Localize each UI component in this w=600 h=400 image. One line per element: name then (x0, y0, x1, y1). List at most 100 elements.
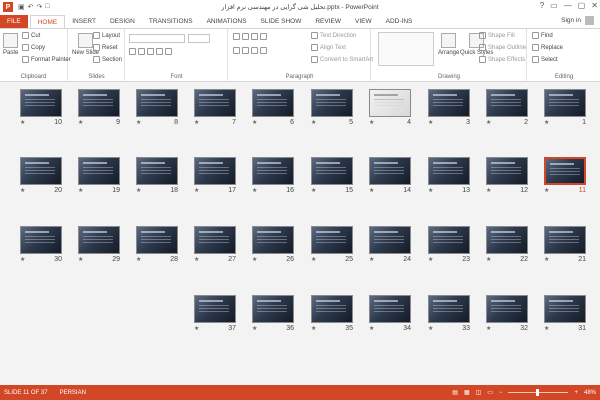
numbering-icon[interactable] (242, 33, 249, 40)
tab-slide-show[interactable]: SLIDE SHOW (254, 15, 309, 28)
slide-thumbnail[interactable]: ★ 2 (486, 89, 528, 127)
paragraph-align-buttons[interactable] (233, 47, 267, 54)
paste-button[interactable]: Paste (3, 33, 18, 56)
slide-thumbnail[interactable]: ★ 14 (369, 157, 411, 195)
slide-thumbnail[interactable]: ★ 17 (194, 157, 236, 195)
slide-thumbnail[interactable]: ★ 25 (311, 226, 353, 264)
slide-preview[interactable] (486, 157, 528, 185)
justify-icon[interactable] (260, 47, 267, 54)
shape-fill-button[interactable]: Shape Fill (479, 32, 515, 39)
slide-preview[interactable] (544, 295, 586, 323)
paragraph-list-buttons[interactable] (233, 33, 267, 40)
language-indicator[interactable]: PERSIAN (60, 390, 86, 396)
align-text-button[interactable]: Align Text (311, 44, 346, 51)
slide-thumbnail[interactable]: ★ 8 (136, 89, 178, 127)
slide-preview[interactable] (78, 89, 120, 117)
slide-thumbnail[interactable]: ★ 12 (486, 157, 528, 195)
slide-preview[interactable] (311, 226, 353, 254)
align-left-icon[interactable] (233, 47, 240, 54)
arrange-button[interactable]: Arrange (438, 33, 459, 56)
slide-thumbnail[interactable]: ★ 28 (136, 226, 178, 264)
maximize-button[interactable]: ▢ (578, 1, 586, 10)
slide-thumbnail[interactable]: ★ 6 (252, 89, 294, 127)
tab-animations[interactable]: ANIMATIONS (200, 15, 254, 28)
slide-preview[interactable] (20, 226, 62, 254)
slide-preview[interactable] (20, 89, 62, 117)
slide-preview[interactable] (252, 89, 294, 117)
slide-sorter-view-icon[interactable]: ▦ (464, 389, 470, 396)
slide-preview[interactable] (20, 157, 62, 185)
slide-preview[interactable] (252, 226, 294, 254)
decrease-indent-icon[interactable] (251, 33, 258, 40)
italic-icon[interactable] (138, 48, 145, 55)
slide-thumbnail[interactable]: ★ 1 (544, 89, 586, 127)
minimize-button[interactable]: — (564, 1, 572, 10)
slide-thumbnail[interactable]: ★ 5 (311, 89, 353, 127)
reset-button[interactable]: Reset (93, 44, 118, 51)
slide-thumbnail[interactable]: ★ 18 (136, 157, 178, 195)
zoom-slider-thumb[interactable] (535, 389, 539, 396)
slide-preview[interactable] (544, 226, 586, 254)
slide-thumbnail[interactable]: ★ 36 (252, 295, 294, 333)
shape-outline-button[interactable]: Shape Outline (479, 44, 526, 51)
slide-sorter[interactable]: ★ 10 ★ 9 ★ 8 ★ 7 ★ 6 ★ 5 ★ 4 ★ 3 ★ 2 ★ 1 ★ 20 ★ 19 ★ 18 ★ 17 ★ 16 ★ 15 ★… (0, 83, 600, 385)
slide-thumbnail[interactable]: ★ 24 (369, 226, 411, 264)
slide-preview[interactable] (194, 226, 236, 254)
text-direction-button[interactable]: Text Direction (311, 32, 356, 39)
slide-preview[interactable] (194, 89, 236, 117)
slide-thumbnail[interactable]: ★ 10 (20, 89, 62, 127)
slide-preview[interactable] (78, 226, 120, 254)
align-center-icon[interactable] (242, 47, 249, 54)
font-family-select[interactable] (129, 34, 185, 43)
sign-in[interactable]: Sign in (561, 16, 594, 25)
tab-home[interactable]: HOME (29, 15, 66, 28)
slide-thumbnail[interactable]: ★ 23 (428, 226, 470, 264)
align-right-icon[interactable] (251, 47, 258, 54)
slide-thumbnail[interactable]: ★ 7 (194, 89, 236, 127)
slide-preview[interactable] (136, 157, 178, 185)
slide-thumbnail[interactable]: ★ 9 (78, 89, 120, 127)
slide-thumbnail[interactable]: ★ 29 (78, 226, 120, 264)
layout-button[interactable]: Layout (93, 32, 120, 39)
slide-preview[interactable] (311, 89, 353, 117)
slide-thumbnail[interactable]: ★ 21 (544, 226, 586, 264)
slide-preview[interactable] (78, 157, 120, 185)
slide-thumbnail[interactable]: ★ 3 (428, 89, 470, 127)
slide-preview[interactable] (136, 89, 178, 117)
slide-preview[interactable] (194, 295, 236, 323)
sign-in-label[interactable]: Sign in (561, 17, 581, 24)
slide-preview[interactable] (369, 295, 411, 323)
slide-preview[interactable] (486, 226, 528, 254)
reading-view-icon[interactable]: ◫ (476, 389, 482, 396)
slide-preview[interactable] (486, 295, 528, 323)
format-painter-button[interactable]: Format Painter (22, 56, 71, 63)
cut-button[interactable]: Cut (22, 32, 40, 39)
increase-indent-icon[interactable] (260, 33, 267, 40)
slideshow-view-icon[interactable]: ▭ (487, 389, 493, 396)
shape-effects-button[interactable]: Shape Effects (479, 56, 525, 63)
slide-thumbnail[interactable]: ★ 4 (369, 89, 411, 127)
slide-preview[interactable] (311, 295, 353, 323)
zoom-slider[interactable] (508, 389, 569, 396)
slide-thumbnail[interactable]: ★ 34 (369, 295, 411, 333)
slide-thumbnail[interactable]: ★ 30 (20, 226, 62, 264)
slide-preview[interactable] (369, 226, 411, 254)
font-format-buttons[interactable] (129, 48, 172, 55)
slide-thumbnail[interactable]: ★ 22 (486, 226, 528, 264)
slide-thumbnail[interactable]: ★ 33 (428, 295, 470, 333)
underline-icon[interactable] (147, 48, 154, 55)
convert-smartart-button[interactable]: Convert to SmartArt (311, 56, 373, 63)
bold-icon[interactable] (129, 48, 136, 55)
ribbon-display-options-button[interactable]: ▭ (550, 1, 558, 10)
strikethrough-icon[interactable] (156, 48, 163, 55)
normal-view-icon[interactable]: ▤ (452, 389, 458, 396)
slide-preview[interactable] (194, 157, 236, 185)
slide-preview[interactable] (544, 157, 586, 185)
slide-preview[interactable] (428, 295, 470, 323)
slide-preview[interactable] (252, 295, 294, 323)
tab-review[interactable]: REVIEW (308, 15, 348, 28)
slide-preview[interactable] (369, 89, 411, 117)
slide-preview[interactable] (311, 157, 353, 185)
replace-button[interactable]: Replace (532, 44, 563, 51)
shapes-gallery[interactable] (378, 32, 434, 66)
